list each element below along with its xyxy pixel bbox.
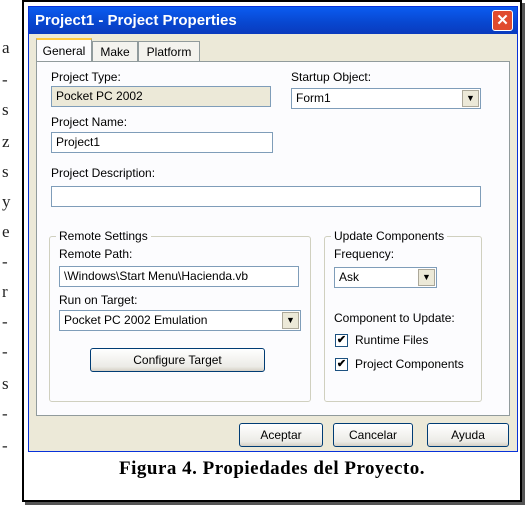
frequency-dropdown[interactable]: Ask ▼ — [334, 267, 437, 288]
project-properties-dialog: Project1 - Project Properties ✕ General … — [28, 6, 518, 452]
remote-path-label: Remote Path: — [59, 247, 133, 261]
bg-char: r — [2, 282, 8, 301]
background-document-text: a - s z s y e - r - - s - - — [0, 0, 22, 508]
runtime-files-checkbox[interactable]: ✔ — [335, 334, 348, 347]
project-type-field: Pocket PC 2002 — [51, 86, 271, 107]
help-button[interactable]: Ayuda — [427, 423, 509, 447]
frequency-value: Ask — [339, 270, 360, 284]
chevron-down-icon[interactable]: ▼ — [282, 312, 299, 329]
close-icon[interactable]: ✕ — [492, 10, 513, 31]
title-bar: Project1 - Project Properties ✕ — [29, 7, 517, 34]
figure-caption: Figura 4. Propiedades del Proyecto. — [119, 458, 425, 479]
run-on-target-label: Run on Target: — [59, 293, 138, 307]
bg-char: z — [2, 132, 10, 151]
bg-char: - — [2, 312, 8, 331]
tab-general[interactable]: General — [36, 38, 92, 62]
ok-button[interactable]: Aceptar — [239, 423, 323, 447]
bg-char: a — [2, 38, 10, 57]
bg-char: - — [2, 70, 8, 89]
remote-settings-legend: Remote Settings — [56, 229, 151, 243]
bg-char: e — [2, 222, 10, 241]
tab-make[interactable]: Make — [92, 41, 138, 62]
tab-platform[interactable]: Platform — [138, 41, 200, 62]
tab-panel-general: Project Type: Pocket PC 2002 Startup Obj… — [36, 61, 510, 416]
project-description-label: Project Description: — [51, 166, 156, 180]
chevron-down-icon[interactable]: ▼ — [462, 90, 479, 107]
project-components-label: Project Components — [355, 357, 464, 371]
remote-settings-group: Remote Settings Remote Path: \Windows\St… — [49, 229, 311, 402]
project-description-input[interactable] — [51, 186, 481, 207]
chevron-down-icon[interactable]: ▼ — [418, 269, 435, 286]
bg-char: s — [2, 100, 9, 119]
startup-object-value: Form1 — [296, 91, 331, 105]
project-name-label: Project Name: — [51, 115, 128, 129]
project-components-checkbox[interactable]: ✔ — [335, 358, 348, 371]
startup-object-label: Startup Object: — [291, 70, 372, 84]
runtime-files-label: Runtime Files — [355, 333, 429, 347]
run-on-target-dropdown[interactable]: Pocket PC 2002 Emulation ▼ — [59, 310, 301, 331]
remote-path-input[interactable]: \Windows\Start Menu\Hacienda.vb — [59, 266, 299, 287]
startup-object-dropdown[interactable]: Form1 ▼ — [291, 88, 481, 109]
figure-frame: Project1 - Project Properties ✕ General … — [22, 0, 522, 502]
update-components-group: Update Components Frequency: Ask ▼ Compo… — [324, 229, 482, 402]
bg-char: - — [2, 404, 8, 423]
run-on-target-value: Pocket PC 2002 Emulation — [64, 313, 208, 327]
update-components-legend: Update Components — [331, 229, 448, 243]
bg-char: - — [2, 436, 8, 455]
project-type-label: Project Type: — [51, 70, 121, 84]
bg-char: s — [2, 162, 9, 181]
cancel-button[interactable]: Cancelar — [333, 423, 413, 447]
bg-char: - — [2, 342, 8, 361]
frequency-label: Frequency: — [334, 247, 395, 261]
window-title: Project1 - Project Properties — [35, 12, 237, 29]
bg-char: - — [2, 252, 8, 271]
bg-char: y — [2, 192, 11, 211]
component-to-update-label: Component to Update: — [334, 311, 455, 325]
bg-char: s — [2, 374, 9, 393]
project-name-input[interactable]: Project1 — [51, 132, 273, 153]
configure-target-button[interactable]: Configure Target — [90, 348, 265, 372]
